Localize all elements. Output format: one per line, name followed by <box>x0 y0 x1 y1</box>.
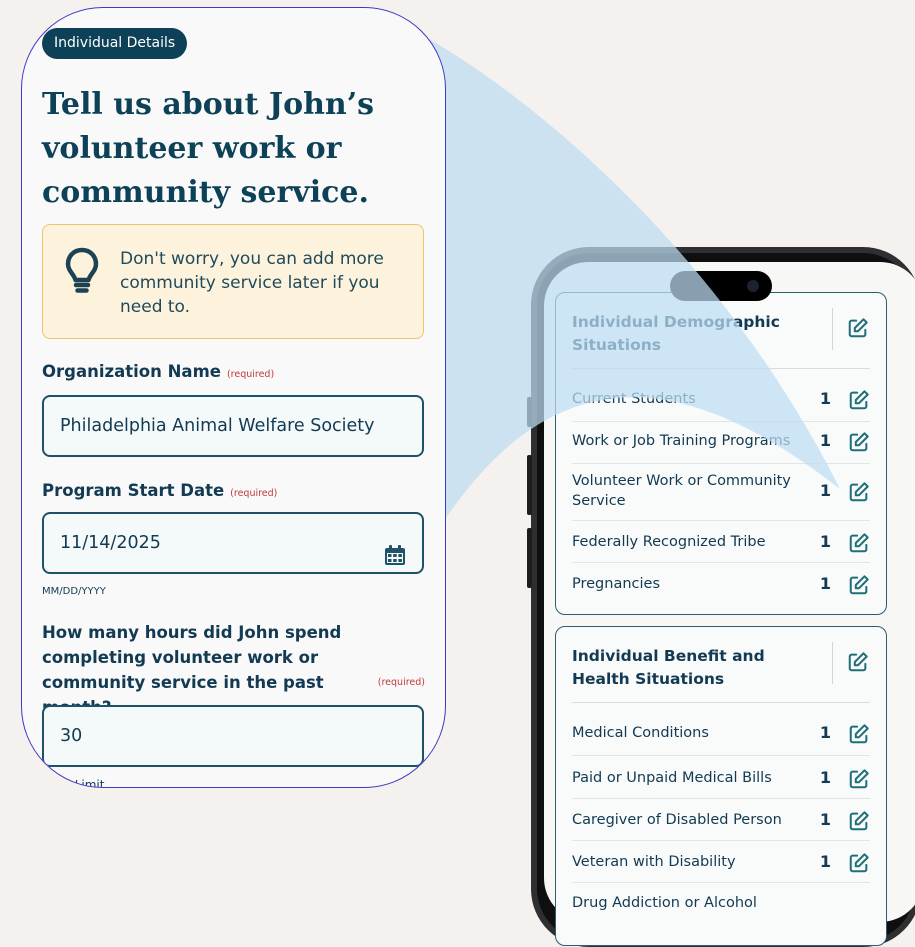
program-start-date-input[interactable]: 11/14/2025 <box>42 512 424 574</box>
program-start-date-label: Program Start Date (required) <box>42 481 277 500</box>
hours-input[interactable]: 30 <box>42 705 424 767</box>
date-value: 11/14/2025 <box>60 533 161 553</box>
label-text: Organization Name <box>42 362 221 381</box>
info-notice: Don't worry, you can add more community … <box>42 224 424 339</box>
hour-limit-hint: Hour Limit <box>42 778 105 788</box>
label-text: Program Start Date <box>42 481 225 500</box>
section-badge: Individual Details <box>42 28 188 59</box>
calendar-icon[interactable] <box>384 532 406 565</box>
required-marker: (required) <box>226 369 275 380</box>
date-format-hint: MM/DD/YYYY <box>42 586 106 597</box>
required-marker: (required) <box>230 488 278 499</box>
required-marker: (required) <box>377 677 425 688</box>
organization-name-label: Organization Name (required) <box>42 362 274 381</box>
form-zoom-panel: Individual Details Tell us about John’s … <box>21 7 446 788</box>
organization-name-input[interactable]: Philadelphia Animal Welfare Society <box>42 395 424 457</box>
lightbulb-icon <box>65 247 99 299</box>
notice-text: Don't worry, you can add more community … <box>120 249 384 317</box>
page-title: Tell us about John’s volunteer work or c… <box>42 87 375 210</box>
